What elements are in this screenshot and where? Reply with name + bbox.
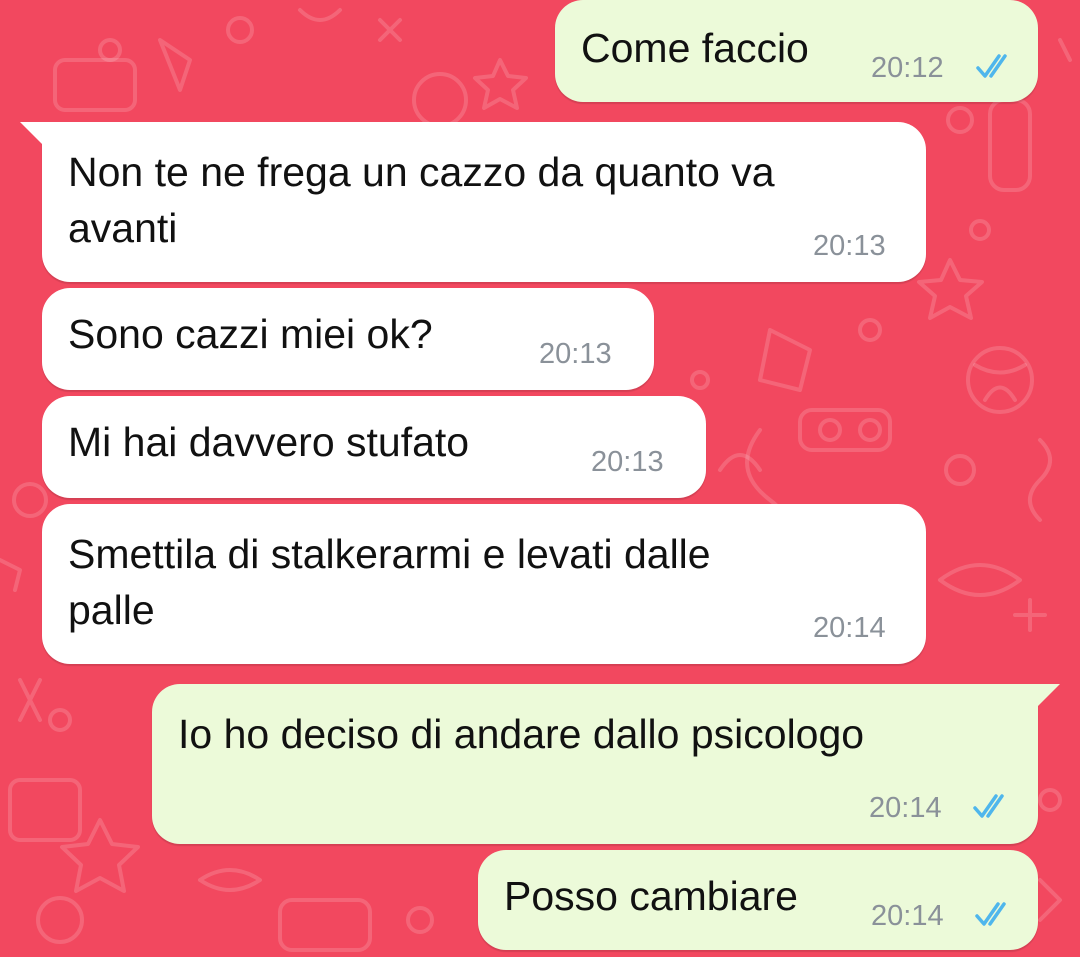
message-text: Mi hai davvero stufato [68, 419, 470, 465]
read-ticks-icon [976, 54, 1007, 78]
message-text: Come faccio [581, 25, 809, 71]
message-bubble-incoming[interactable]: Sono cazzi miei ok? 20:13 [42, 288, 654, 390]
message-time: 20:13 [591, 446, 664, 478]
message-text: Sono cazzi miei ok? [68, 311, 433, 357]
message-text: Non te ne frega un cazzo da quanto va av… [68, 149, 775, 251]
message-bubble-outgoing[interactable]: Posso cambiare 20:14 [478, 850, 1038, 950]
message-bubble-incoming[interactable]: Non te ne frega un cazzo da quanto va av… [20, 122, 926, 282]
message-bubble-incoming[interactable]: Smettila di stalkerarmi e levati dalle p… [42, 504, 926, 664]
message-time: 20:14 [871, 900, 944, 932]
message-time: 20:14 [869, 792, 942, 824]
read-ticks-icon [975, 902, 1006, 926]
bubble-tail [20, 122, 42, 144]
message-time: 20:12 [871, 52, 944, 84]
bubble-tail [1038, 684, 1060, 706]
message-time: 20:13 [813, 230, 886, 262]
message-text: Posso cambiare [504, 873, 798, 919]
message-text: Smettila di stalkerarmi e levati dalle p… [68, 531, 711, 633]
message-time: 20:13 [539, 338, 612, 370]
message-bubble-incoming[interactable]: Mi hai davvero stufato 20:13 [42, 396, 706, 498]
message-bubble-outgoing[interactable]: Io ho deciso di andare dallo psicologo 2… [152, 684, 1060, 844]
read-ticks-icon [973, 794, 1004, 818]
message-bubble-outgoing[interactable]: Come faccio 20:12 [555, 0, 1038, 102]
message-time: 20:14 [813, 612, 886, 644]
message-text: Io ho deciso di andare dallo psicologo [178, 711, 865, 757]
